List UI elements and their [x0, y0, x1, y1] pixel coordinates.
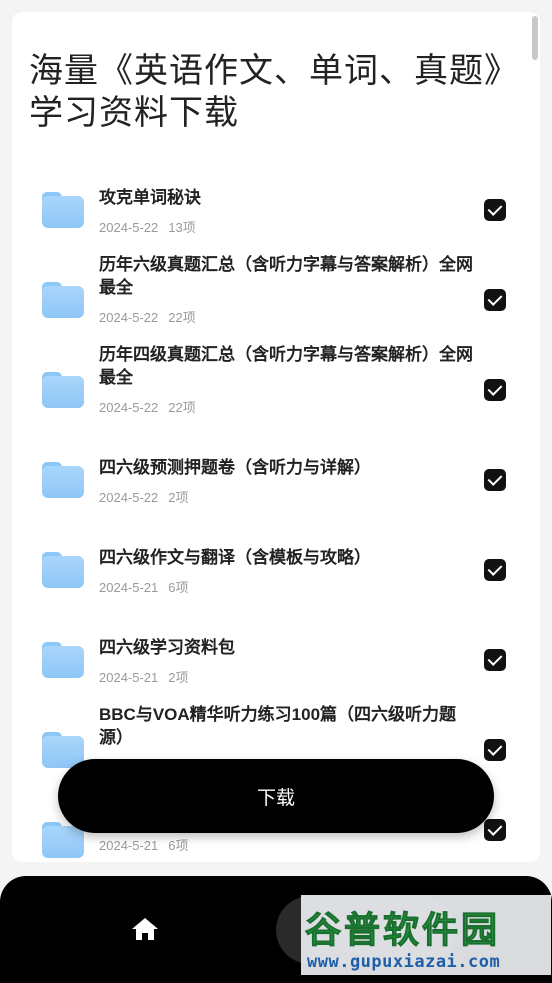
- item-date: 2024-5-21: [99, 670, 159, 685]
- item-checkbox[interactable]: [484, 199, 506, 221]
- item-date: 2024-5-21: [99, 580, 159, 595]
- item-count: 2项: [168, 670, 189, 685]
- item-meta: 2024-5-22 22项: [99, 307, 196, 326]
- item-count: 6项: [168, 838, 189, 853]
- folder-icon: [42, 192, 84, 228]
- item-date: 2024-5-22: [99, 310, 159, 325]
- folder-icon: [42, 282, 84, 318]
- item-checkbox[interactable]: [484, 559, 506, 581]
- item-count: 22项: [168, 400, 196, 415]
- item-name: 历年四级真题汇总（含听力字幕与答案解析）全网最全: [99, 345, 473, 387]
- item-date: 2024-5-21: [99, 838, 159, 853]
- item-count: 6项: [168, 580, 189, 595]
- file-list-card: 海量《英语作文、单词、真题》学习资料下载 攻克单词秘诀 2024-5-22 13项…: [12, 12, 540, 862]
- folder-icon: [42, 372, 84, 408]
- folder-icon: [42, 552, 84, 588]
- item-meta: 2024-5-21 6项: [99, 835, 189, 854]
- item-name: 四六级作文与翻译（含模板与攻略）: [99, 548, 371, 567]
- item-count: 22项: [168, 310, 196, 325]
- item-name: 四六级预测押题卷（含听力与详解）: [99, 458, 371, 477]
- item-checkbox[interactable]: [484, 469, 506, 491]
- item-meta: 2024-5-22 22项: [99, 397, 196, 416]
- watermark-logo: 谷普软件园: [304, 910, 501, 952]
- item-checkbox[interactable]: [484, 379, 506, 401]
- item-checkbox[interactable]: [484, 739, 506, 761]
- watermark: 谷普软件园 www.gupuxiazai.com: [301, 895, 551, 975]
- item-checkbox[interactable]: [484, 819, 506, 841]
- item-count: 13项: [168, 220, 196, 235]
- item-meta: 2024-5-22 13项: [99, 217, 196, 236]
- scrollbar-thumb[interactable]: [532, 16, 538, 60]
- item-meta: 2024-5-21 2项: [99, 667, 189, 686]
- download-button[interactable]: 下载: [58, 759, 494, 833]
- list-item[interactable]: 四六级作文与翻译（含模板与攻略） 2024-5-21 6项: [12, 537, 540, 627]
- item-date: 2024-5-22: [99, 490, 159, 505]
- item-meta: 2024-5-21 6项: [99, 577, 189, 596]
- item-count: 2项: [168, 490, 189, 505]
- folder-icon: [42, 642, 84, 678]
- list-item[interactable]: 历年四级真题汇总（含听力字幕与答案解析）全网最全 2024-5-22 22项: [12, 345, 540, 447]
- home-icon[interactable]: [131, 916, 159, 942]
- list-item[interactable]: 四六级预测押题卷（含听力与详解） 2024-5-22 2项: [12, 447, 540, 537]
- item-name: BBC与VOA精华听力练习100篇（四六级听力题源）: [99, 705, 457, 747]
- item-name: 四六级学习资料包: [99, 638, 235, 657]
- item-date: 2024-5-22: [99, 400, 159, 415]
- watermark-url: www.gupuxiazai.com: [307, 952, 501, 972]
- item-meta: 2024-5-22 2项: [99, 487, 189, 506]
- item-name: 攻克单词秘诀: [99, 188, 201, 207]
- scrollbar[interactable]: [530, 12, 540, 862]
- item-name: 历年六级真题汇总（含听力字幕与答案解析）全网最全: [99, 255, 473, 297]
- item-date: 2024-5-22: [99, 220, 159, 235]
- item-checkbox[interactable]: [484, 649, 506, 671]
- folder-icon: [42, 462, 84, 498]
- file-list[interactable]: 攻克单词秘诀 2024-5-22 13项 历年六级真题汇总（含听力字幕与答案解析）…: [12, 12, 540, 862]
- item-checkbox[interactable]: [484, 289, 506, 311]
